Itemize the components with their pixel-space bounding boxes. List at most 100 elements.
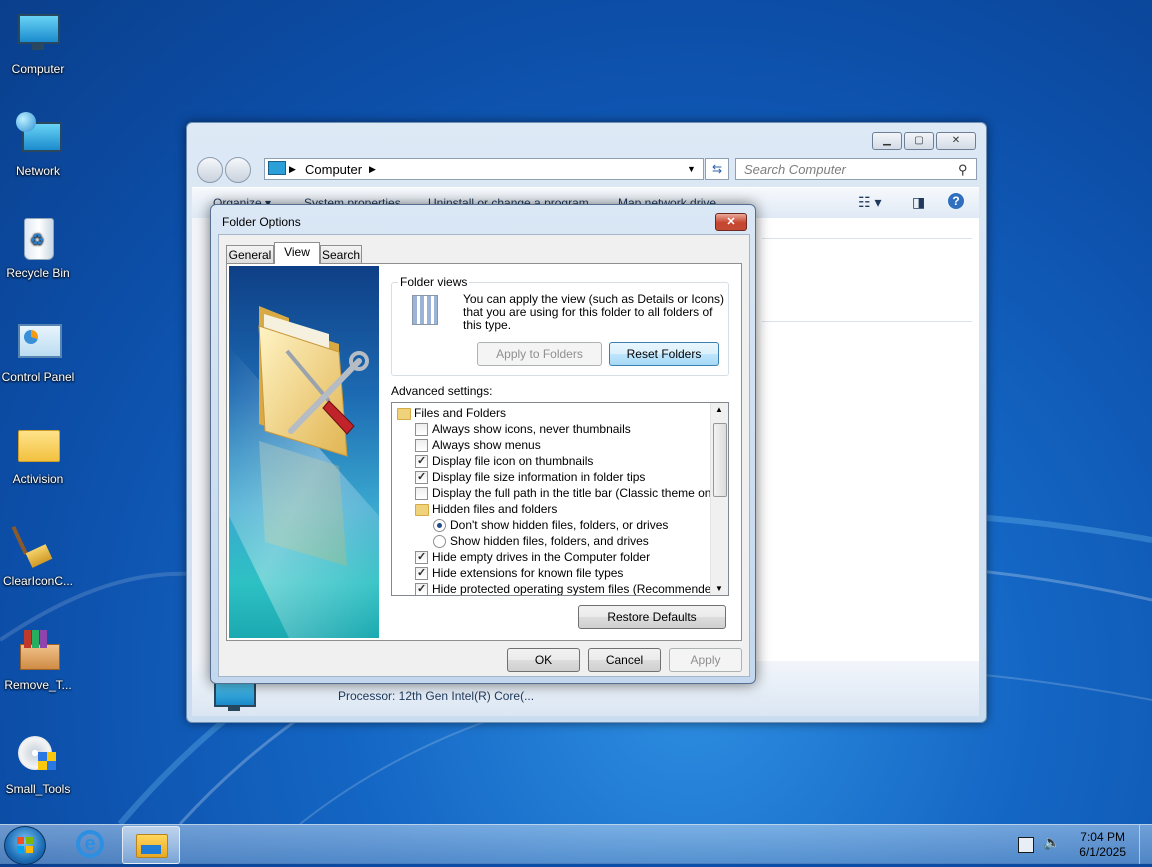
volume-tray-icon[interactable]: 🔈: [1043, 834, 1060, 851]
settings-scrollbar[interactable]: ▲ ▼: [710, 403, 728, 595]
maximize-button[interactable]: ▢: [904, 132, 934, 150]
reset-folders-button[interactable]: Reset Folders: [609, 342, 719, 366]
setting-checkbox[interactable]: [415, 423, 428, 436]
refresh-button[interactable]: ⇆: [705, 158, 729, 180]
setting-radio[interactable]: [433, 535, 446, 548]
clock-time: 7:04 PM: [1080, 830, 1125, 844]
chevron-right-icon: ▶: [289, 164, 296, 174]
dialog-title: Folder Options: [222, 215, 301, 229]
folder-views-icon: [412, 295, 438, 325]
tab-view[interactable]: View: [274, 242, 320, 264]
taskbar-windows-explorer[interactable]: [122, 826, 180, 864]
desktop-icon-label: Recycle Bin: [6, 266, 70, 280]
setting-label: Always show menus: [432, 438, 541, 452]
address-dropdown-icon[interactable]: ▼: [687, 164, 696, 174]
tab-general[interactable]: General: [226, 245, 274, 264]
start-button[interactable]: [4, 826, 46, 865]
clock-date: 6/1/2025: [1079, 845, 1126, 859]
computer-large-icon: [214, 681, 256, 707]
scroll-down-icon[interactable]: ▼: [715, 584, 723, 593]
folder-views-group: Folder views You can apply the view (suc…: [391, 275, 729, 376]
desktop-icon-broom[interactable]: ClearIconC...: [0, 522, 76, 588]
advanced-settings-list: Files and Folders Always show icons, neve…: [391, 402, 729, 596]
search-input[interactable]: Search Computer ⚲: [735, 158, 977, 180]
desktop-icon-label: ClearIconC...: [2, 574, 74, 588]
help-icon[interactable]: ?: [948, 193, 964, 209]
folder-views-text: You can apply the view (such as Details …: [463, 292, 725, 332]
apply-to-folders-button[interactable]: Apply to Folders: [477, 342, 602, 366]
scroll-up-icon[interactable]: ▲: [715, 405, 723, 414]
setting-label: Display file icon on thumbnails: [432, 454, 594, 468]
setting-label: Hide empty drives in the Computer folder: [432, 550, 651, 564]
broom-icon: [11, 522, 62, 570]
setting-label: Files and Folders: [414, 406, 507, 420]
restore-defaults-button[interactable]: Restore Defaults: [578, 605, 726, 629]
close-window-button[interactable]: ✕: [936, 132, 976, 150]
taskbar: e 🔈 7:04 PM 6/1/2025: [0, 824, 1152, 865]
setting-label: Don't show hidden files, folders, or dri…: [450, 518, 669, 532]
search-icon: ⚲: [958, 162, 968, 177]
desktop-icon-label: Activision: [12, 472, 64, 486]
desktop-icon-label: Remove_T...: [4, 678, 72, 692]
monitor-stand: [228, 707, 240, 711]
folder-icon: [14, 420, 62, 468]
desktop-icon-recycle-bin[interactable]: ♻ Recycle Bin: [0, 214, 76, 280]
setting-checkbox[interactable]: [415, 439, 428, 452]
setting-checkbox[interactable]: [415, 487, 428, 500]
clock[interactable]: 7:04 PM 6/1/2025: [1079, 830, 1126, 860]
folder-options-dialog: Folder Options ✕ General View Search Fol…: [210, 204, 756, 684]
minimize-button[interactable]: ▁: [872, 132, 902, 150]
forward-button[interactable]: [225, 157, 251, 183]
taskbar-internet-explorer[interactable]: e: [62, 826, 118, 862]
cd-installer-icon: [14, 730, 62, 778]
view-options-icon[interactable]: ☷ ▾: [858, 194, 881, 211]
control-panel-icon: [14, 318, 62, 366]
setting-checkbox[interactable]: [415, 453, 428, 469]
cancel-button[interactable]: Cancel: [588, 648, 661, 672]
setting-label: Hide protected operating system files (R…: [432, 582, 723, 596]
setting-label: Display the full path in the title bar (…: [432, 486, 725, 500]
computer-small-icon: [268, 161, 286, 175]
desktop-icon-network[interactable]: Network: [0, 112, 76, 178]
search-placeholder: Search Computer: [744, 162, 846, 177]
desktop-icon-control-panel[interactable]: Control Panel: [0, 318, 76, 384]
scroll-thumb[interactable]: [713, 423, 727, 497]
setting-radio[interactable]: [433, 519, 446, 532]
desktop-icon-folder[interactable]: Activision: [0, 420, 76, 486]
desktop-icon-label: Control Panel: [1, 370, 75, 384]
processor-info: Processor: 12th Gen Intel(R) Core(...: [338, 689, 535, 703]
desktop-icon-label: Computer: [11, 62, 65, 76]
archive-box-icon: [14, 626, 62, 674]
desktop-icon-label: Network: [15, 164, 60, 178]
chevron-right-icon: ▶: [369, 164, 376, 174]
dialog-close-button[interactable]: ✕: [715, 213, 747, 231]
setting-checkbox[interactable]: [415, 549, 428, 565]
desktop-icon-archive-box[interactable]: Remove_T...: [0, 626, 76, 692]
folder-views-legend: Folder views: [398, 275, 470, 289]
folder-icon: [397, 408, 411, 420]
advanced-settings-label: Advanced settings:: [391, 384, 493, 398]
desktop-icon-computer[interactable]: Computer: [0, 10, 76, 76]
computer-icon: [14, 10, 62, 58]
setting-checkbox[interactable]: [415, 469, 428, 485]
recycle-bin-icon: ♻: [14, 214, 62, 262]
setting-checkbox[interactable]: [415, 581, 428, 595]
show-desktop-button[interactable]: [1139, 825, 1152, 864]
setting-label: Hide extensions for known file types: [432, 566, 624, 580]
back-button[interactable]: [197, 157, 223, 183]
address-bar[interactable]: ▶ Computer ▶ ▼: [264, 158, 704, 180]
network-tray-icon[interactable]: [1018, 837, 1034, 853]
desktop-icon-cd-installer[interactable]: Small_Tools: [0, 730, 76, 796]
apply-button[interactable]: Apply: [669, 648, 742, 672]
folder-icon: [415, 504, 429, 516]
tab-search[interactable]: Search: [320, 245, 362, 264]
setting-label: Hidden files and folders: [432, 502, 558, 516]
setting-checkbox[interactable]: [415, 565, 428, 581]
windows-logo-icon: [17, 837, 33, 853]
folder-tools-illustration: [229, 266, 379, 638]
desktop-icon-label: Small_Tools: [5, 782, 71, 796]
ok-button[interactable]: OK: [507, 648, 580, 672]
preview-pane-icon[interactable]: ◨: [912, 194, 925, 211]
setting-label: Always show icons, never thumbnails: [432, 422, 631, 436]
setting-label: Display file size information in folder …: [432, 470, 646, 484]
